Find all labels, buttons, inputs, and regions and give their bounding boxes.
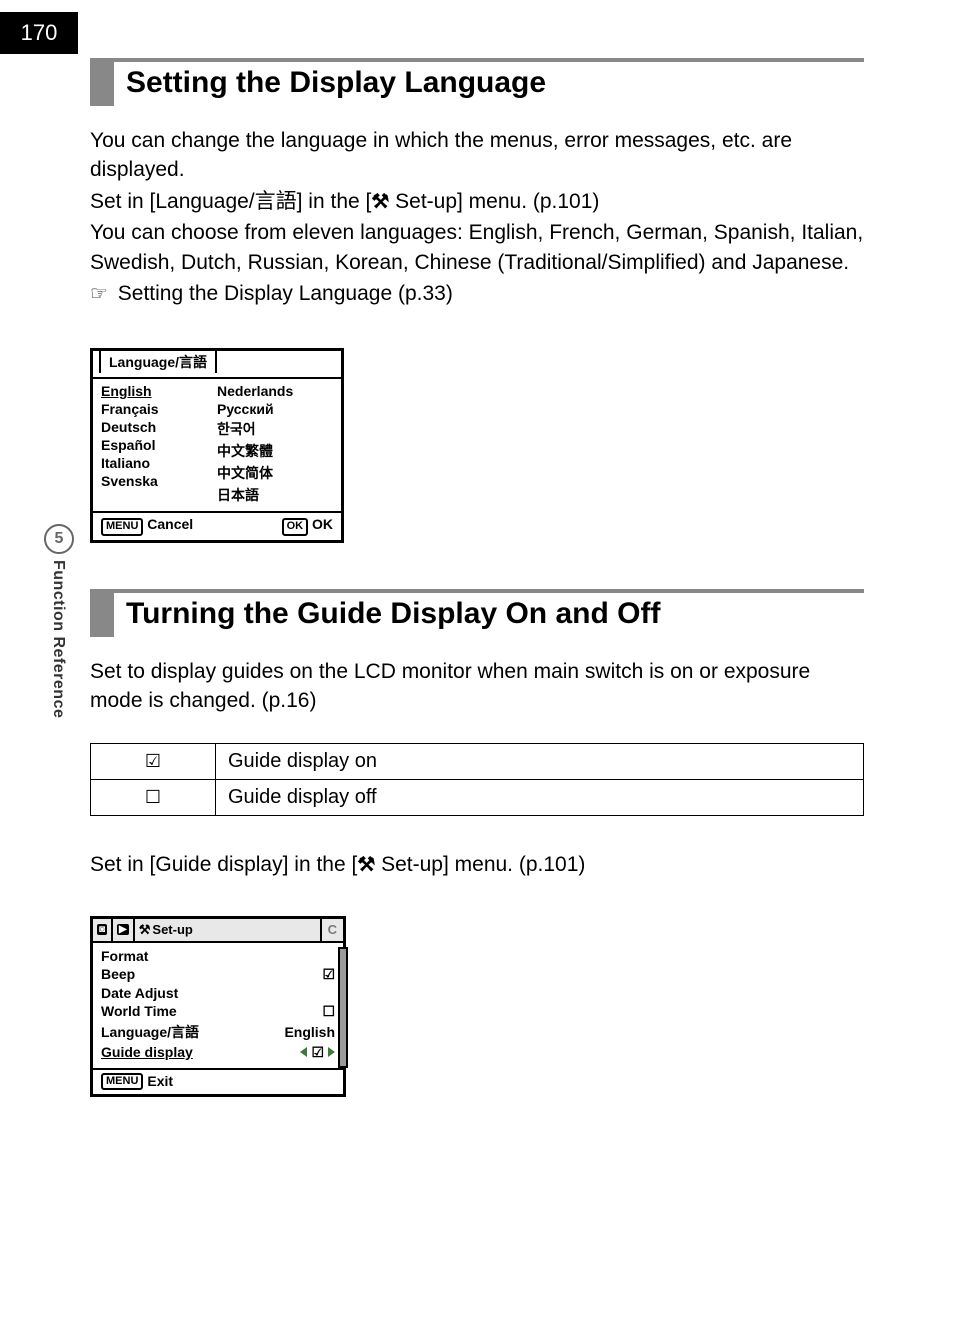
lang-option-italiano[interactable]: Italiano: [101, 455, 217, 471]
wrench-icon: ⚒: [139, 922, 151, 938]
checkbox-on-icon: ☑: [91, 744, 216, 780]
lang-option-korean[interactable]: 한국어: [217, 419, 333, 439]
section1-xref: ☞ Setting the Display Language (p.33): [90, 279, 864, 308]
setup-row-format[interactable]: Format: [99, 947, 337, 965]
guide-on-label: Guide display on: [216, 744, 864, 780]
arrow-left-icon[interactable]: [300, 1047, 307, 1057]
section-heading-1: Setting the Display Language: [90, 58, 864, 106]
camera-icon: ◙: [97, 924, 107, 935]
arrow-right-icon[interactable]: [328, 1047, 335, 1057]
section2-paragraph-1: Set to display guides on the LCD monitor…: [90, 657, 864, 716]
page-number: 170: [21, 20, 58, 46]
lang-option-japanese[interactable]: 日本語: [217, 485, 333, 505]
chapter-number: 5: [55, 530, 64, 548]
cancel-action[interactable]: MENU Cancel: [101, 516, 193, 535]
language-options: English Français Deutsch Español Italian…: [93, 379, 341, 511]
lang-option-francais[interactable]: Français: [101, 401, 217, 417]
lang-option-nederlands[interactable]: Nederlands: [217, 383, 333, 399]
checkbox-off-icon: ☐: [91, 780, 216, 816]
lang-option-deutsch[interactable]: Deutsch: [101, 419, 217, 435]
tab-camera[interactable]: ◙: [93, 919, 113, 941]
setup-row-beep[interactable]: Beep ☑: [99, 965, 337, 984]
menu-button-icon: MENU: [101, 518, 143, 535]
section1-paragraph-3: You can choose from eleven languages: En…: [90, 218, 864, 277]
section-heading-2: Turning the Guide Display On and Off: [90, 589, 864, 637]
chapter-number-circle: 5: [44, 524, 74, 554]
ok-button-icon: OK: [282, 518, 309, 535]
checkbox-on-icon: ☑: [322, 966, 335, 983]
lang-option-russian[interactable]: Русский: [217, 401, 333, 417]
setup-row-date-adjust[interactable]: Date Adjust: [99, 984, 337, 1002]
play-icon: ▶: [117, 924, 129, 935]
chapter-side-tab: 5 Function Reference: [44, 524, 72, 774]
language-menu-titlebar: Language/言語: [93, 351, 341, 379]
lang-option-chinese-simp[interactable]: 中文简体: [217, 463, 333, 483]
page-number-tab: 170: [0, 12, 78, 54]
wrench-icon: ⚒: [357, 851, 375, 879]
guide-display-value: ☑: [300, 1044, 335, 1061]
lang-option-espanol[interactable]: Español: [101, 437, 217, 453]
cancel-label: Cancel: [147, 516, 193, 532]
table-row: ☐ Guide display off: [91, 780, 864, 816]
checkbox-on-icon: ☑: [311, 1044, 324, 1061]
heading-bar-2: [90, 593, 114, 637]
language-menu-footer: MENU Cancel OK OK: [93, 511, 341, 539]
language-menu-title: Language/言語: [99, 349, 217, 373]
setup-row-world-time[interactable]: World Time ☐: [99, 1002, 337, 1021]
language-col-left: English Français Deutsch Español Italian…: [101, 383, 217, 505]
ok-label: OK: [312, 516, 333, 532]
section2-paragraph-2: Set in [Guide display] in the [⚒ Set-up]…: [90, 850, 864, 879]
checkbox-off-icon: ☐: [322, 1003, 335, 1020]
guide-display-table: ☑ Guide display on ☐ Guide display off: [90, 743, 864, 816]
chapter-label: Function Reference: [49, 560, 67, 718]
page-content: Setting the Display Language You can cha…: [90, 58, 864, 1097]
heading-bar: [90, 62, 114, 106]
tab-playback[interactable]: ▶: [113, 919, 135, 941]
setup-menu-footer: MENU Exit: [93, 1068, 343, 1094]
setup-menu-tabs: ◙ ▶ ⚒ Set-up C: [93, 919, 343, 943]
wrench-icon: ⚒: [371, 188, 389, 216]
setup-row-language[interactable]: Language/言語 English: [99, 1021, 337, 1043]
table-row: ☑ Guide display on: [91, 744, 864, 780]
setup-menu-dialog: ◙ ▶ ⚒ Set-up C Format Beep ☑ Date: [90, 916, 346, 1097]
section-title-1: Setting the Display Language: [114, 62, 546, 106]
setup-menu-body: Format Beep ☑ Date Adjust World Time ☐ L…: [93, 943, 343, 1068]
tab-setup[interactable]: ⚒ Set-up: [135, 919, 197, 941]
tab-c-label: C: [328, 922, 337, 937]
pointer-icon: ☞: [90, 280, 108, 308]
guide-off-label: Guide display off: [216, 780, 864, 816]
lang-option-english[interactable]: English: [101, 383, 217, 399]
menu-button-icon: MENU: [101, 1073, 143, 1090]
lang-option-chinese-trad[interactable]: 中文繁體: [217, 441, 333, 461]
section-title-2: Turning the Guide Display On and Off: [114, 593, 660, 637]
setup-row-guide-display[interactable]: Guide display ☑: [99, 1043, 337, 1062]
section1-paragraph-2: Set in [Language/言語] in the [⚒ Set-up] m…: [90, 187, 864, 216]
lang-option-svenska[interactable]: Svenska: [101, 473, 217, 489]
exit-label[interactable]: Exit: [147, 1073, 173, 1089]
tab-custom[interactable]: C: [320, 919, 343, 941]
ok-action[interactable]: OK OK: [282, 516, 333, 535]
tab-setup-label: Set-up: [152, 922, 192, 937]
language-menu-dialog: Language/言語 English Français Deutsch Esp…: [90, 348, 344, 542]
language-col-right: Nederlands Русский 한국어 中文繁體 中文简体 日本語: [217, 383, 333, 505]
section1-paragraph-1: You can change the language in which the…: [90, 126, 864, 185]
setup-language-value: English: [284, 1022, 335, 1042]
